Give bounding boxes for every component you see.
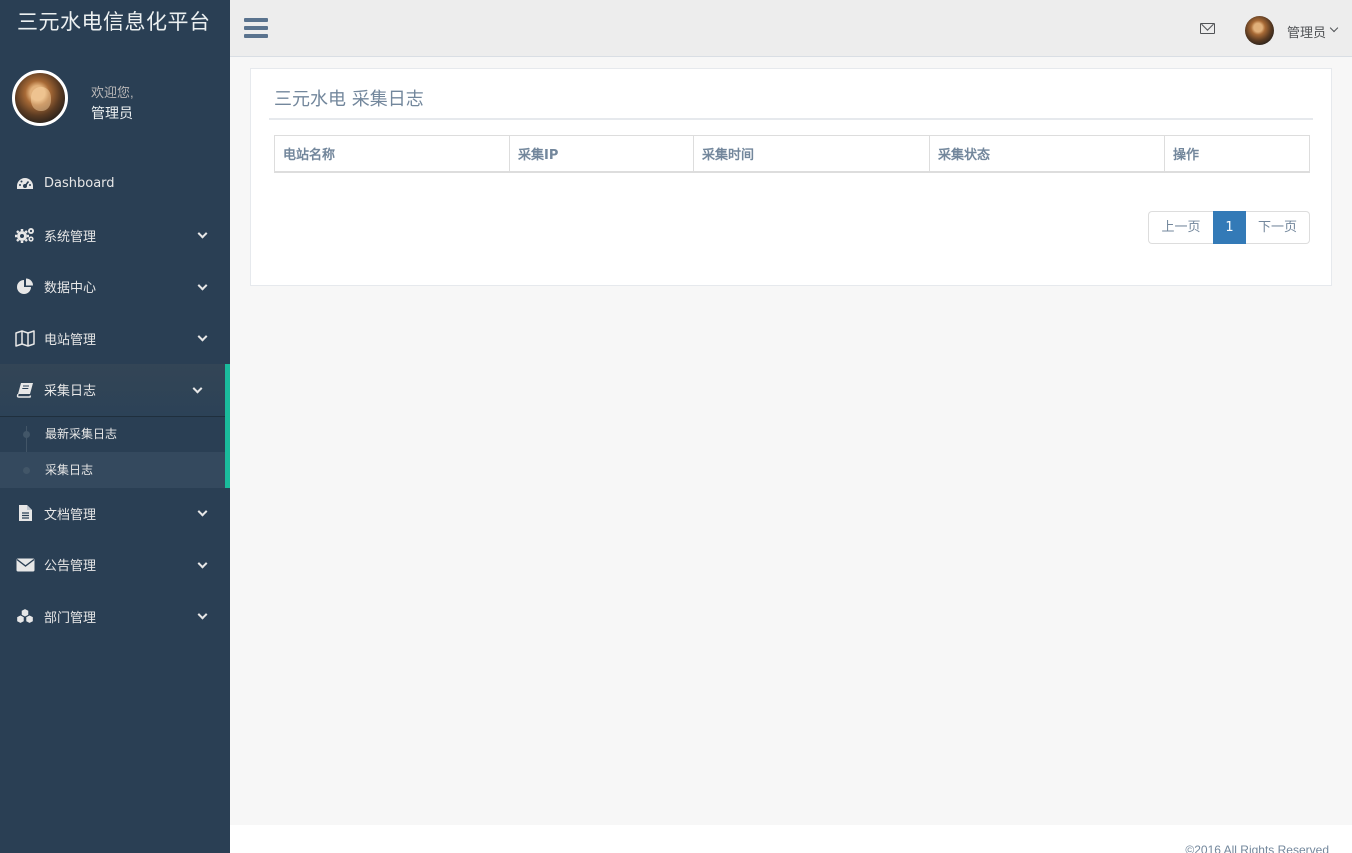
chevron-down-icon	[197, 558, 208, 569]
sidebar-item-documents[interactable]: 文档管理	[0, 488, 230, 540]
submenu-item-latest-log[interactable]: 最新采集日志	[0, 416, 225, 452]
sidebar-item-label: 数据中心	[44, 281, 97, 297]
sidebar-item-label: 电站管理	[44, 332, 97, 348]
envelope-icon	[15, 556, 35, 574]
map-icon	[15, 329, 35, 347]
sidebar-item-label: 采集日志	[44, 384, 97, 400]
page-title: 三元水电 采集日志	[274, 89, 424, 110]
column-header-station[interactable]: 电站名称	[274, 135, 510, 173]
column-header-time[interactable]: 采集时间	[693, 135, 930, 173]
user-avatar[interactable]	[1245, 16, 1274, 45]
submenu-item-log[interactable]: 采集日志	[0, 451, 225, 488]
chevron-down-icon	[197, 506, 208, 517]
chevron-down-icon[interactable]	[1329, 23, 1339, 33]
column-header-ip[interactable]: 采集IP	[509, 135, 694, 173]
profile-name: 管理员	[91, 105, 133, 121]
app-title[interactable]: 三元水电信息化平台	[0, 0, 230, 46]
next-page-button[interactable]: 下一页	[1246, 211, 1310, 244]
chevron-down-icon	[197, 331, 208, 342]
sidebar-item-label: 公告管理	[44, 559, 97, 575]
submenu-collection-log: 最新采集日志 采集日志	[0, 415, 230, 488]
footer: ©2016 All Rights Reserved	[230, 825, 1352, 853]
sidebar: 三元水电信息化平台 欢迎您, 管理员 Dashboard 系统管理 数据中心 电…	[0, 0, 230, 853]
top-nav: 管理员	[230, 0, 1352, 57]
file-text-icon	[15, 504, 35, 522]
table-header-row: 电站名称 采集IP 采集时间 采集状态 操作	[274, 135, 1310, 173]
chevron-down-icon	[192, 383, 203, 394]
dashboard-icon	[15, 175, 35, 193]
sidebar-menu: Dashboard 系统管理 数据中心 电站管理 采集日志 最新采集日志 采集日…	[0, 158, 230, 642]
welcome-text: 欢迎您,	[91, 85, 134, 100]
pagination: 上一页 1 下一页	[1148, 211, 1310, 244]
sidebar-item-departments[interactable]: 部门管理	[0, 591, 230, 643]
prev-page-button[interactable]: 上一页	[1148, 211, 1213, 244]
user-menu[interactable]: 管理员	[1287, 22, 1326, 41]
sidebar-item-label: Dashboard	[44, 176, 115, 192]
sidebar-item-label: 部门管理	[44, 610, 97, 626]
sidebar-item-system[interactable]: 系统管理	[0, 210, 230, 262]
sidebar-item-station[interactable]: 电站管理	[0, 313, 230, 365]
log-table: 电站名称 采集IP 采集时间 采集状态 操作	[274, 135, 1310, 173]
column-header-status[interactable]: 采集状态	[929, 135, 1165, 173]
sidebar-item-announcements[interactable]: 公告管理	[0, 539, 230, 591]
profile: 欢迎您, 管理员	[12, 70, 222, 128]
sidebar-item-collection-log[interactable]: 采集日志	[0, 364, 230, 416]
mail-icon[interactable]	[1200, 23, 1215, 34]
cogs-icon	[15, 226, 35, 244]
divider	[269, 118, 1313, 120]
cubes-icon	[15, 607, 35, 625]
sidebar-item-label: 系统管理	[44, 229, 97, 245]
menu-toggle-icon[interactable]	[244, 18, 268, 38]
content-panel: 三元水电 采集日志 电站名称 采集IP 采集时间 采集状态 操作 上一页 1 下…	[250, 68, 1332, 286]
chevron-down-icon	[197, 228, 208, 239]
chevron-down-icon	[197, 280, 208, 291]
sidebar-item-dashboard[interactable]: Dashboard	[0, 158, 230, 210]
column-header-actions[interactable]: 操作	[1164, 135, 1310, 173]
pie-chart-icon	[15, 278, 35, 296]
sidebar-item-data-center[interactable]: 数据中心	[0, 261, 230, 313]
sidebar-item-label: 文档管理	[44, 507, 97, 523]
page-1-button[interactable]: 1	[1213, 211, 1246, 244]
book-icon	[15, 381, 35, 399]
chevron-down-icon	[197, 609, 208, 620]
footer-copyright: ©2016 All Rights Reserved	[1185, 843, 1329, 853]
avatar	[12, 70, 68, 126]
